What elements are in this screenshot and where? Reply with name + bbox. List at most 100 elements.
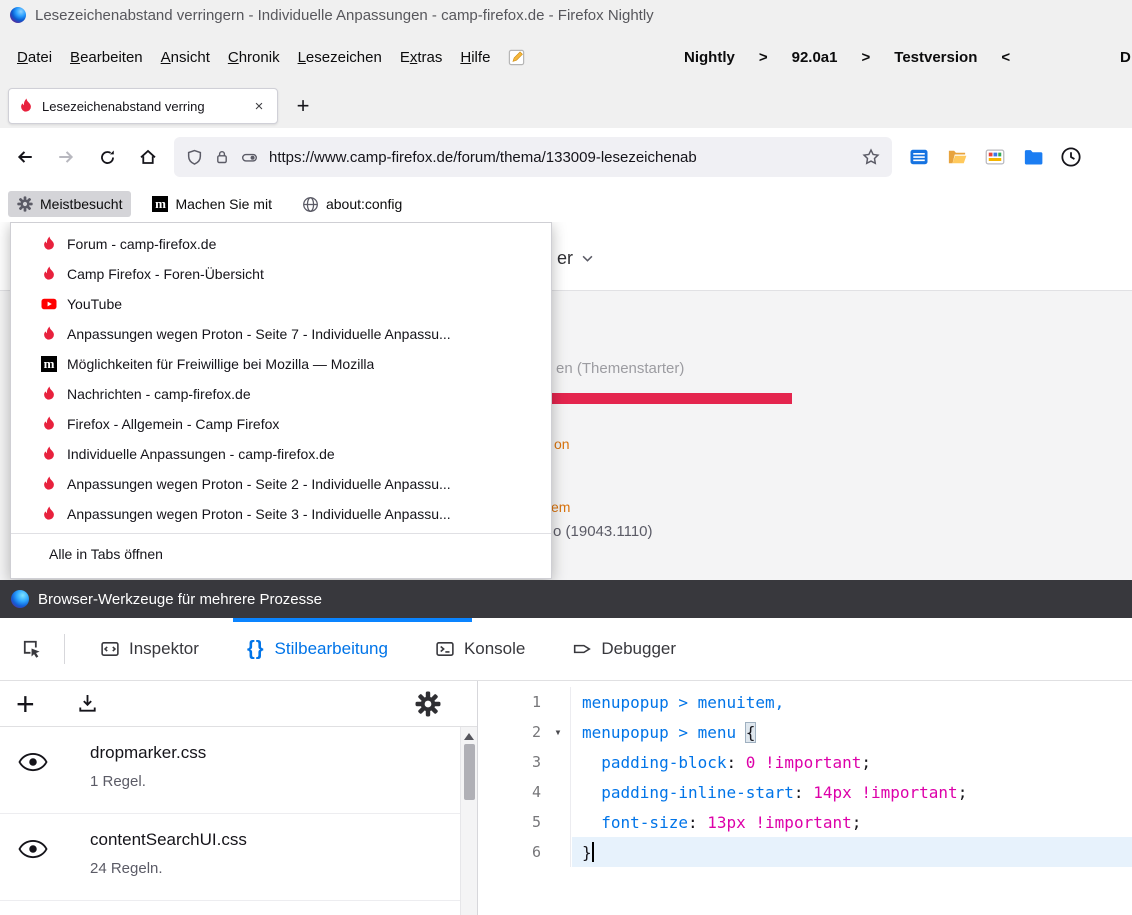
toolbar-divider [64,634,65,664]
code-text: padding-block: 0 !important; [571,753,871,772]
flame-icon [41,476,57,492]
toggle-visibility-button[interactable] [18,839,48,864]
bookmark-menu-label: YouTube [67,296,122,312]
page-fragment-link-b[interactable]: em [551,499,570,515]
scroll-up-arrow-icon[interactable] [464,733,474,740]
code-line-4[interactable]: 4 padding-inline-start: 14px !important; [478,777,1132,807]
code-text: menupopup > menuitem, [571,693,784,712]
eye-icon [18,752,48,772]
bookmark-menu-item[interactable]: Individuelle Anpassungen - camp-firefox.… [11,439,551,469]
flame-icon [41,386,57,402]
bookmark-label: Machen Sie mit [175,196,271,212]
open-all-in-tabs-item[interactable]: Alle in Tabs öffnen [11,538,551,570]
line-gutter: 6 [478,837,571,867]
tab-close-icon[interactable]: × [250,98,268,115]
code-line-6[interactable]: 6} [478,837,1132,867]
code-line-3[interactable]: 3 padding-block: 0 !important; [478,747,1132,777]
menu-bar: DateiBearbeitenAnsichtChronikLesezeichen… [0,30,1132,84]
code-line-2[interactable]: 2▾menupopup > menu { [478,717,1132,747]
page-fragment-themenstarter: en (Themenstarter) [556,360,684,377]
bookmark-menu-item[interactable]: Anpassungen wegen Proton - Seite 3 - Ind… [11,499,551,529]
browser-tab[interactable]: Lesezeichenabstand verring × [8,88,278,124]
code-text: } [571,842,594,862]
tab-inspektor[interactable]: Inspektor [77,618,223,680]
bookmark-menu-item[interactable]: mMöglichkeiten für Freiwillige bei Mozil… [11,349,551,379]
extension-grid-icon[interactable] [981,143,1009,171]
scrollbar-thumb[interactable] [464,744,475,800]
open-folder-icon[interactable] [943,143,971,171]
menubar-extras[interactable]: Extras [391,43,452,72]
tab-label: Konsole [464,639,525,659]
code-line-1[interactable]: 1menupopup > menuitem, [478,687,1132,717]
bookmark-menu-item[interactable]: Camp Firefox - Foren-Übersicht [11,259,551,289]
tracking-shield-icon[interactable] [186,149,203,166]
bookmark-menu-item[interactable]: Anpassungen wegen Proton - Seite 2 - Ind… [11,469,551,499]
bookmark-menu-label: Forum - camp-firefox.de [67,236,216,252]
add-stylesheet-button[interactable]: + [16,691,35,717]
bookmark-star-icon[interactable] [862,148,880,166]
forward-button[interactable] [47,139,85,175]
code-line-5[interactable]: 5 font-size: 13px !important; [478,807,1132,837]
bookmarks-folder-icon[interactable] [1019,143,1047,171]
stylesheet-name: dropmarker.css [0,727,477,763]
bookmark-menu-item[interactable]: Nachrichten - camp-firefox.de [11,379,551,409]
bookmark-menu-label: Individuelle Anpassungen - camp-firefox.… [67,446,335,462]
stylesheet-row[interactable]: contentSearchUI.css24 Regeln. [0,814,477,901]
back-button[interactable] [6,139,44,175]
toggle-visibility-button[interactable] [18,752,48,777]
menubar-hilfe[interactable]: Hilfe [451,43,499,72]
menubar-right-text: Testversion [894,49,977,66]
bookmark-about-config[interactable]: about:config [293,191,411,218]
bookmark-menu-item[interactable]: Firefox - Allgemein - Camp Firefox [11,409,551,439]
url-bar[interactable]: https://www.camp-firefox.de/forum/thema/… [174,137,892,177]
tab-debugger[interactable]: Debugger [549,618,700,680]
scrollbar[interactable] [460,727,477,915]
reload-button[interactable] [88,139,126,175]
stylesheet-row[interactable]: dropmarker.css1 Regel. [0,727,477,814]
flame-icon [41,416,57,432]
bookmark-menu-item[interactable]: YouTube [11,289,551,319]
debugger-icon [573,640,591,658]
home-button[interactable] [129,139,167,175]
stylesheet-list: dropmarker.css1 Regel.contentSearchUI.cs… [0,727,477,901]
lock-icon[interactable] [214,149,230,165]
progress-bar [538,393,792,404]
line-number: 5 [478,813,546,831]
css-source-editor[interactable]: 1menupopup > menuitem,2▾menupopup > menu… [478,681,1132,915]
text-cursor [592,842,594,862]
tab-bar: Lesezeichenabstand verring × + [0,84,1132,128]
history-clock-icon[interactable] [1057,143,1085,171]
page-fragment-link-a[interactable]: on [554,436,570,452]
tab-stilbearbeitung[interactable]: {} Stilbearbeitung [223,618,412,680]
menubar-lesezeichen[interactable]: Lesezeichen [289,43,391,72]
bookmark-machen-sie-mit[interactable]: m Machen Sie mit [143,191,280,217]
bookmark-menu-item[interactable]: Forum - camp-firefox.de [11,229,551,259]
tab-konsole[interactable]: Konsole [412,618,549,680]
style-editor-options-button[interactable] [415,691,441,717]
page-fragment-build: o (19043.1110) [553,523,653,540]
tab-manager-icon[interactable] [905,143,933,171]
inspector-icon [101,640,119,658]
flame-icon [41,446,57,462]
import-stylesheet-button[interactable] [77,693,98,714]
bookmark-menu-label: Anpassungen wegen Proton - Seite 3 - Ind… [67,506,451,522]
active-tab-indicator [233,618,472,622]
line-number: 4 [478,783,546,801]
flame-favicon [18,98,34,114]
fold-arrow-icon: ▾ [546,725,570,739]
menubar-ansicht[interactable]: Ansicht [152,43,219,72]
tab-title: Lesezeichenabstand verring [42,99,242,114]
youtube-icon [41,296,57,312]
menubar-datei[interactable]: Datei [8,43,61,72]
url-text[interactable]: https://www.camp-firefox.de/forum/thema/… [269,149,851,166]
bookmark-menu-label: Anpassungen wegen Proton - Seite 2 - Ind… [67,476,451,492]
pick-element-button[interactable] [0,618,64,680]
line-number: 6 [478,843,546,861]
menubar-chronik[interactable]: Chronik [219,43,289,72]
new-tab-button[interactable]: + [286,89,320,123]
bookmark-menu-item[interactable]: Anpassungen wegen Proton - Seite 7 - Ind… [11,319,551,349]
notes-pencil-icon[interactable] [507,48,526,67]
menubar-bearbeiten[interactable]: Bearbeiten [61,43,152,72]
bookmarks-folder-meistbesucht[interactable]: Meistbesucht [8,191,131,217]
permissions-toggle-icon[interactable] [241,149,258,166]
